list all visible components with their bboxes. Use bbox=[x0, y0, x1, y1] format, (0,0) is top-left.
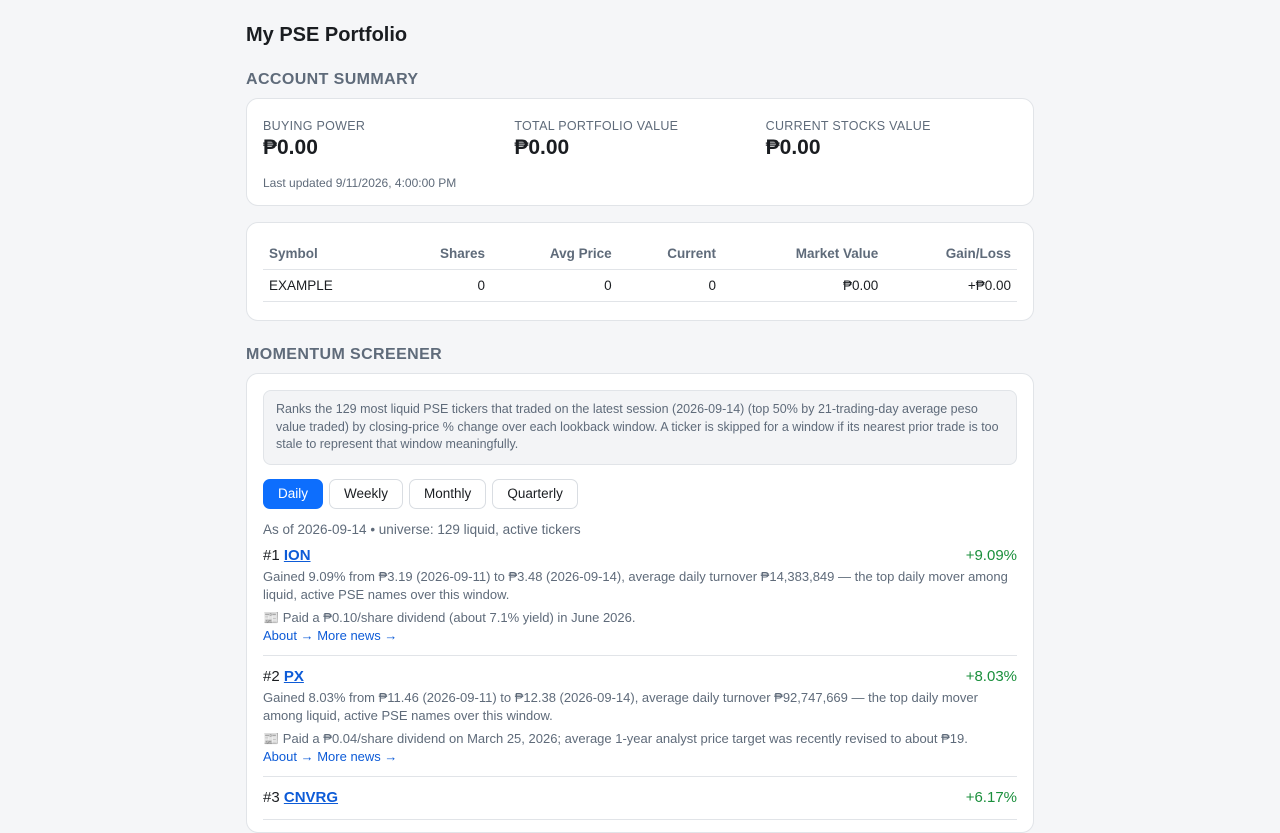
column-header-gain-loss: Gain/Loss bbox=[884, 239, 1017, 270]
page: My PSE Portfolio ACCOUNT SUMMARY BUYING … bbox=[246, 0, 1034, 833]
stat-buying-power: BUYING POWER ₱0.00 bbox=[263, 119, 514, 161]
page-title: My PSE Portfolio bbox=[246, 24, 408, 46]
tab-monthly[interactable]: Monthly bbox=[409, 478, 487, 509]
table-row[interactable]: EXAMPLE 0 0 0 ₱0.00 +₱0.00 bbox=[263, 269, 1017, 302]
stat-label: BUYING POWER bbox=[263, 119, 366, 133]
column-header-current: Current bbox=[617, 239, 722, 270]
ticker-link[interactable]: CNVRG bbox=[284, 789, 338, 806]
mover-header: #1 ION +9.09% bbox=[263, 545, 1017, 567]
mover-rank-line: #3 CNVRG bbox=[263, 787, 338, 809]
holdings-table: Symbol Shares Avg Price Current Market V… bbox=[263, 239, 1017, 302]
holdings-card: Symbol Shares Avg Price Current Market V… bbox=[246, 222, 1034, 321]
column-header-avg-price: Avg Price bbox=[491, 239, 618, 270]
column-header-shares: Shares bbox=[393, 239, 491, 270]
ticker-link[interactable]: ION bbox=[284, 547, 311, 564]
mover-rank: #2 bbox=[263, 667, 280, 685]
mover-change: +9.09% bbox=[965, 546, 1017, 564]
mover-header: #3 CNVRG +6.17% bbox=[263, 787, 1017, 809]
list-item: #3 CNVRG +6.17% bbox=[263, 777, 1017, 820]
tab-daily[interactable]: Daily bbox=[263, 478, 324, 509]
mover-change: +8.03% bbox=[965, 667, 1017, 685]
mover-links: About → More news → bbox=[263, 748, 1017, 766]
ticker-link[interactable]: PX bbox=[284, 668, 304, 685]
tab-weekly[interactable]: Weekly bbox=[329, 478, 404, 509]
more-news-link[interactable]: More news → bbox=[317, 749, 397, 764]
about-link[interactable]: About → bbox=[263, 749, 314, 764]
mover-rank: #1 bbox=[263, 546, 280, 564]
mover-change: +6.17% bbox=[965, 788, 1017, 806]
cell-symbol: EXAMPLE bbox=[263, 269, 394, 302]
last-updated: Last updated 9/11/2026, 4:00:00 PM bbox=[263, 176, 457, 190]
account-summary-card: BUYING POWER ₱0.00 TOTAL PORTFOLIO VALUE… bbox=[246, 98, 1034, 206]
mover-news: 📰 Paid a ₱0.04/share dividend on March 2… bbox=[263, 730, 968, 746]
mover-rank-line: #2 PX bbox=[263, 666, 304, 688]
stat-label: TOTAL PORTFOLIO VALUE bbox=[514, 119, 679, 133]
cell-market-value: ₱0.00 bbox=[721, 269, 885, 302]
screener-card: Ranks the 129 most liquid PSE tickers th… bbox=[246, 373, 1034, 833]
list-item: #2 PX +8.03% Gained 8.03% from ₱11.46 (2… bbox=[263, 656, 1017, 777]
mover-news: 📰 Paid a ₱0.10/share dividend (about 7.1… bbox=[263, 609, 636, 625]
as-of-line: As of 2026-09-14 • universe: 129 liquid,… bbox=[263, 521, 581, 537]
screener-heading: MOMENTUM SCREENER bbox=[246, 346, 443, 363]
more-news-link[interactable]: More news → bbox=[317, 628, 397, 643]
stat-value: ₱0.00 bbox=[514, 136, 570, 159]
column-header-symbol: Symbol bbox=[263, 239, 394, 270]
account-summary-heading: ACCOUNT SUMMARY bbox=[246, 71, 419, 88]
mover-rank-line: #1 ION bbox=[263, 545, 311, 567]
stat-label: CURRENT STOCKS VALUE bbox=[765, 119, 931, 133]
column-header-market-value: Market Value bbox=[721, 239, 885, 270]
stat-value: ₱0.00 bbox=[263, 136, 318, 159]
summary-stats: BUYING POWER ₱0.00 TOTAL PORTFOLIO VALUE… bbox=[263, 119, 1017, 161]
cell-gain-loss: +₱0.00 bbox=[884, 269, 1017, 302]
mover-links: About → More news → bbox=[263, 627, 1017, 645]
stat-current-stocks-value: CURRENT STOCKS VALUE ₱0.00 bbox=[766, 119, 1017, 161]
cell-current: 0 bbox=[617, 269, 722, 302]
screener-explanation: Ranks the 129 most liquid PSE tickers th… bbox=[263, 390, 1017, 465]
stat-total-portfolio-value: TOTAL PORTFOLIO VALUE ₱0.00 bbox=[514, 119, 765, 161]
period-tabs: Daily Weekly Monthly Quarterly bbox=[263, 478, 1017, 509]
about-link[interactable]: About → bbox=[263, 628, 314, 643]
mover-description: Gained 9.09% from ₱3.19 (2026-09-11) to … bbox=[263, 568, 1008, 602]
tab-quarterly[interactable]: Quarterly bbox=[492, 478, 578, 509]
list-item: #1 ION +9.09% Gained 9.09% from ₱3.19 (2… bbox=[263, 539, 1017, 656]
stat-value: ₱0.00 bbox=[765, 136, 821, 159]
mover-rank: #3 bbox=[263, 788, 280, 806]
holdings-header-row: Symbol Shares Avg Price Current Market V… bbox=[263, 239, 1017, 270]
mover-description: Gained 8.03% from ₱11.46 (2026-09-11) to… bbox=[263, 689, 978, 723]
cell-shares: 0 bbox=[393, 269, 491, 302]
cell-avg-price: 0 bbox=[491, 269, 618, 302]
mover-header: #2 PX +8.03% bbox=[263, 666, 1017, 688]
